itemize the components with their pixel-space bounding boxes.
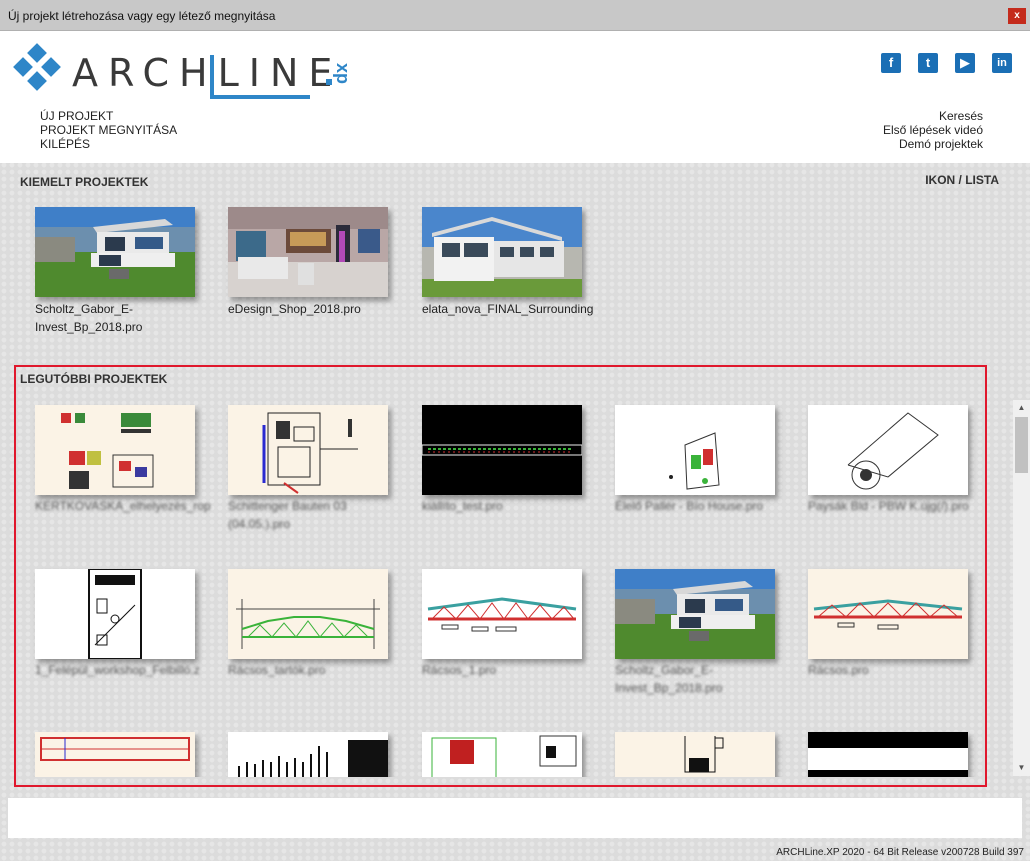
header: ARCHLINE xp f t ▶ in ÚJ PROJEKT PROJEKT … [0,31,1030,163]
featured-thumbnail-2[interactable] [228,207,388,297]
recent-thumbnail-15[interactable] [808,732,968,777]
recent-thumbnail-1[interactable] [35,405,195,495]
recent-label-2[interactable]: Schittenger Bauten 03 (04.05.).pro [228,497,388,533]
logo-accent-line [210,95,310,99]
help-links: Keresés Első lépések videó Demó projekte… [883,109,983,151]
recent-thumbnail-14[interactable] [615,732,775,777]
linkedin-icon[interactable]: in [992,53,1012,73]
recent-thumbnail-12[interactable] [228,732,388,777]
recent-label-1[interactable]: KERTKOVASKA_elhelyezés_rop [35,497,215,515]
featured-projects-heading: KIEMELT PROJEKTEK [20,175,149,189]
recent-thumbnail-5[interactable] [808,405,968,495]
recent-thumbnail-4[interactable] [615,405,775,495]
recent-thumbnail-13[interactable] [422,732,582,777]
recent-thumbnail-9[interactable] [615,569,775,659]
recent-label-6[interactable]: 1_Felépül_workshop_Felbilló.z [35,661,215,679]
search-link[interactable]: Keresés [883,109,983,123]
recent-thumbnail-6[interactable] [35,569,195,659]
info-panel [8,798,1022,838]
main-menu: ÚJ PROJEKT PROJEKT MEGNYITÁSA KILÉPÉS [40,109,177,151]
recent-thumbnail-11[interactable] [35,732,195,777]
recent-label-7[interactable]: Rácsos_tartók.pro [228,661,408,679]
title-bar: Új projekt létrehozása vagy egy létező m… [0,0,1030,31]
recent-scrollbar[interactable]: ▲ ▼ [1013,400,1030,776]
demo-projects-link[interactable]: Demó projektek [883,137,983,151]
featured-label-3[interactable]: elata_nova_FINAL_Surrounding [422,300,612,318]
facebook-icon[interactable]: f [881,53,901,73]
logo-text: ARCHLINE [72,51,343,95]
scroll-up-icon[interactable]: ▲ [1013,400,1030,416]
open-project-link[interactable]: PROJEKT MEGNYITÁSA [40,123,177,137]
exit-link[interactable]: KILÉPÉS [40,137,177,151]
new-project-link[interactable]: ÚJ PROJEKT [40,109,177,123]
icon-list-toggle[interactable]: IKON / LISTA [925,173,999,187]
youtube-icon[interactable]: ▶ [955,53,975,73]
featured-thumbnail-1[interactable] [35,207,195,297]
recent-label-4[interactable]: Élelő Pallér - Bío House.pro [615,497,795,515]
scroll-thumb[interactable] [1015,417,1028,473]
recent-label-10[interactable]: Rácsos.pro [808,661,985,679]
close-button[interactable]: x [1008,8,1026,24]
recent-thumbnail-3[interactable] [422,405,582,495]
featured-label-1[interactable]: Scholtz_Gabor_E-Invest_Bp_2018.pro [35,300,205,336]
window-title: Új projekt létrehozása vagy egy létező m… [8,9,276,23]
recent-thumbnail-7[interactable] [228,569,388,659]
featured-thumbnail-3[interactable] [422,207,582,297]
recent-label-9[interactable]: Scholtz_Gabor_E-Invest_Bp_2018.pro [615,661,785,697]
archline-logo: ARCHLINE xp [13,43,364,105]
first-steps-video-link[interactable]: Első lépések videó [883,123,983,137]
logo-suffix: xp [333,62,354,85]
recent-thumbnail-8[interactable] [422,569,582,659]
status-bar-text: ARCHLine.XP 2020 - 64 Bit Release v20072… [776,847,1024,858]
logo-mark-icon [13,43,61,91]
twitter-icon[interactable]: t [918,53,938,73]
recent-label-8[interactable]: Rácsos_1.pro [422,661,602,679]
featured-label-2[interactable]: eDesign_Shop_2018.pro [228,300,408,318]
recent-thumbnail-10[interactable] [808,569,968,659]
recent-label-3[interactable]: kiállíto_test.pro [422,497,602,515]
recent-projects-grid: KERTKOVASKA_elhelyezés_rop Schittenger B… [16,367,985,777]
recent-label-5[interactable]: Paysák Bld - PBW K.újg(/).pro [808,497,985,515]
recent-thumbnail-2[interactable] [228,405,388,495]
scroll-down-icon[interactable]: ▼ [1013,760,1030,776]
logo-accent-bar [210,55,214,97]
